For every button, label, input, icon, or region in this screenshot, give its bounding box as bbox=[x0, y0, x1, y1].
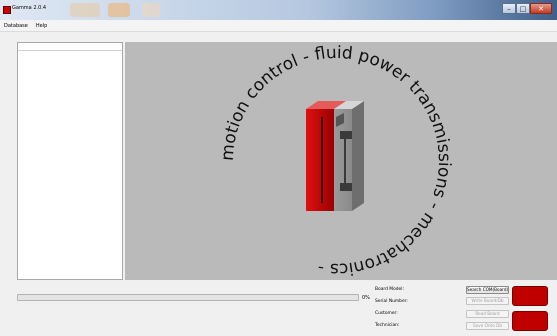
window-controls: – □ ✕ bbox=[502, 3, 552, 15]
save-onto-db-button[interactable]: Save Onto Db bbox=[466, 322, 509, 330]
title-bar: Gamma 2.0.4 – □ ✕ bbox=[0, 0, 557, 20]
status-indicator-bottom bbox=[512, 311, 548, 331]
menu-help[interactable]: Help bbox=[32, 23, 51, 29]
menu-database[interactable]: Database bbox=[0, 23, 32, 29]
app-icon bbox=[3, 6, 11, 14]
read-board-button[interactable]: Read Board bbox=[466, 310, 509, 318]
minimize-button[interactable]: – bbox=[502, 3, 516, 14]
serial-number-label: Serial Number: bbox=[375, 299, 408, 304]
customer-label: Customer: bbox=[375, 311, 398, 316]
titlebar-decoration bbox=[70, 3, 100, 17]
write-board-button[interactable]: Write Board/Db bbox=[466, 297, 509, 305]
board-list-panel[interactable] bbox=[17, 42, 123, 280]
technician-label: Technician: bbox=[375, 323, 400, 328]
board-list-header bbox=[18, 43, 122, 51]
logo-view: motion control - fluid power transmissio… bbox=[125, 42, 557, 280]
logo-emblem bbox=[306, 101, 364, 211]
maximize-button[interactable]: □ bbox=[516, 3, 530, 14]
board-model-label: Board Model: bbox=[375, 287, 404, 292]
status-indicator-top bbox=[512, 286, 548, 306]
progress-percent: 0% bbox=[362, 295, 370, 301]
menu-bar: Database Help bbox=[0, 20, 557, 32]
close-button[interactable]: ✕ bbox=[530, 3, 552, 14]
company-logo: motion control - fluid power transmissio… bbox=[218, 43, 454, 279]
titlebar-decoration bbox=[108, 3, 130, 17]
titlebar-decoration bbox=[142, 3, 160, 17]
search-com-button[interactable]: Search COM(Board) bbox=[466, 286, 509, 294]
progress-bar bbox=[17, 294, 359, 301]
window-title: Gamma 2.0.4 bbox=[12, 5, 47, 11]
